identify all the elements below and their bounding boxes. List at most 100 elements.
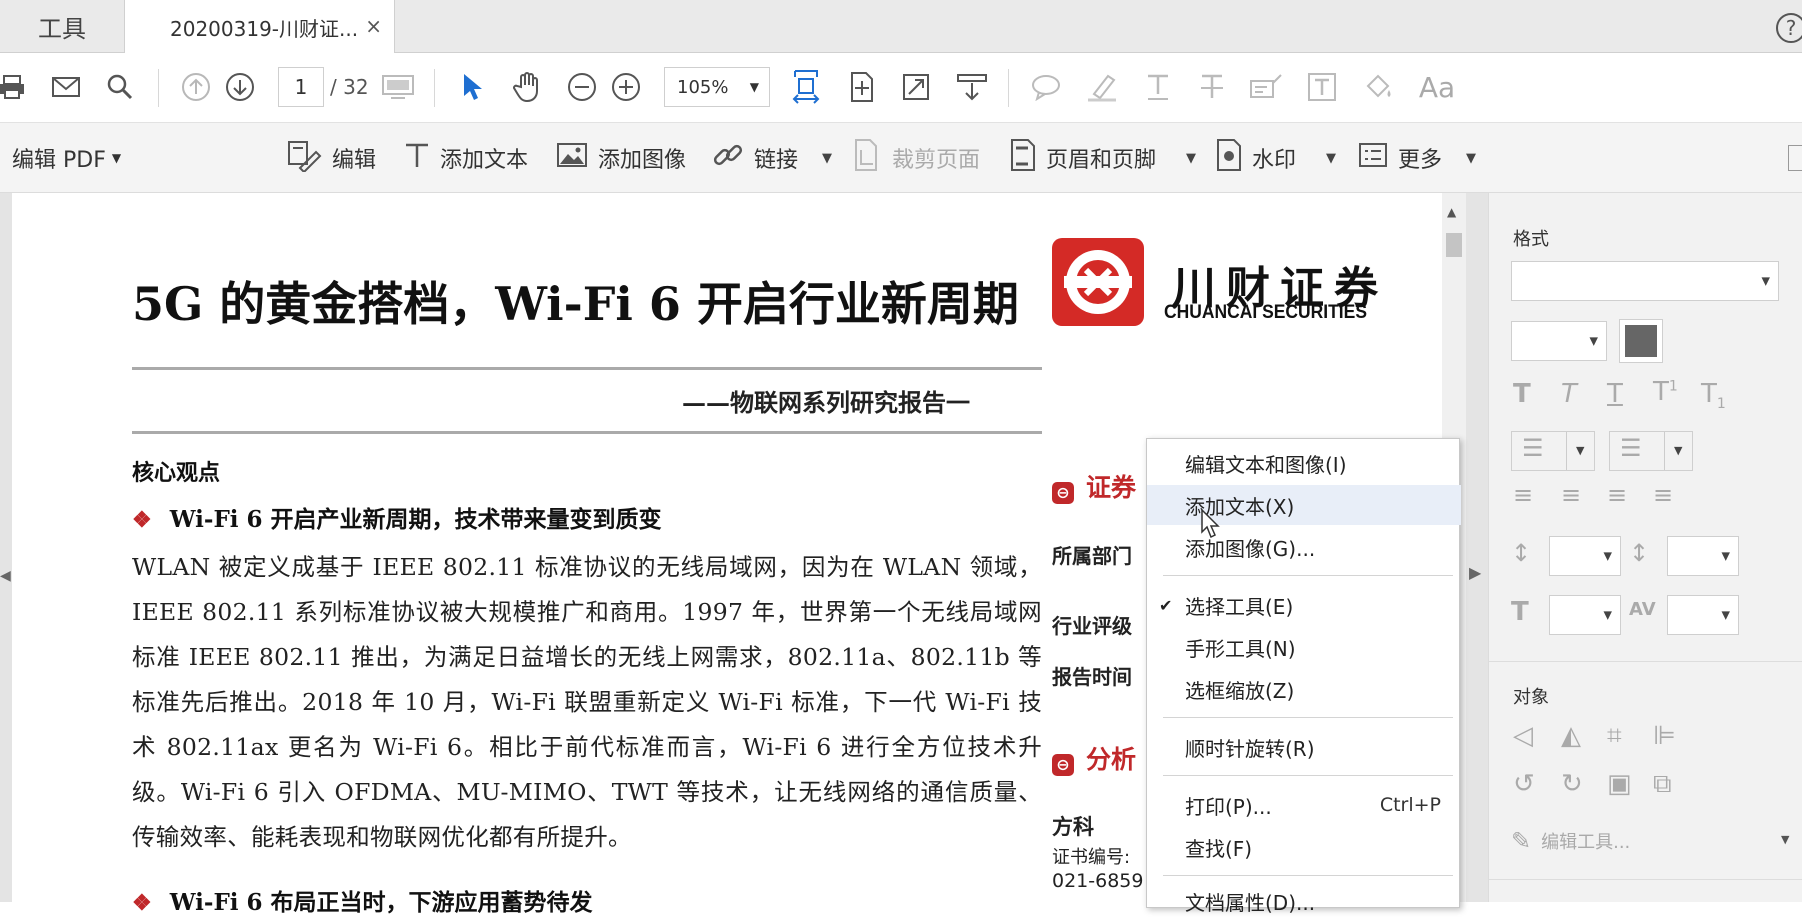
cert-number-label: 证书编号: (1052, 847, 1131, 868)
previous-page-icon[interactable] (176, 67, 216, 107)
menu-item-find[interactable]: 查找(F) (1147, 827, 1461, 867)
chevron-down-icon[interactable]: ▼ (1781, 833, 1789, 846)
text-underline-icon[interactable] (1138, 67, 1178, 107)
menu-item-rotate-clockwise[interactable]: 顺时针旋转(R) (1147, 727, 1461, 767)
fit-page-icon[interactable] (842, 67, 882, 107)
search-icon[interactable] (100, 67, 140, 107)
numbered-list-icon: ☰ (1620, 434, 1642, 462)
zoom-in-icon[interactable] (606, 67, 646, 107)
text-box-icon[interactable] (1302, 67, 1342, 107)
add-image-label: 添加图像 (598, 148, 687, 173)
print-icon[interactable] (0, 67, 32, 107)
menu-item-edit-text-image[interactable]: 编辑文本和图像(I) (1147, 443, 1461, 483)
italic-text-icon[interactable]: T (1561, 379, 1577, 409)
full-screen-icon[interactable] (896, 67, 936, 107)
help-icon[interactable]: ? (1776, 13, 1802, 43)
tab-tools[interactable]: 工具 (0, 0, 125, 53)
menu-item-select-tool[interactable]: ✔ 选择工具(E) (1147, 585, 1461, 625)
menu-item-add-text[interactable]: 添加文本(X) (1147, 485, 1461, 525)
replace-image-icon[interactable]: ▣ (1607, 769, 1632, 799)
collapse-bar-icon[interactable] (1788, 145, 1802, 171)
flip-vertical-icon[interactable]: ◁ (1513, 721, 1533, 751)
font-family-select[interactable]: ▼ (1511, 261, 1779, 301)
watermark-dropdown-icon[interactable]: ▼ (1326, 151, 1336, 166)
line-spacing-select[interactable]: ▼ (1549, 536, 1621, 576)
numbered-list-select[interactable]: ☰ ▼ (1609, 431, 1693, 471)
add-text-button[interactable]: 添加文本 (404, 123, 528, 193)
fit-width-icon[interactable] (786, 67, 826, 107)
align-right-icon[interactable]: ≡ (1607, 481, 1627, 509)
horizontal-scale-icon[interactable]: T (1511, 597, 1529, 627)
diamond-bullet-icon: ❖ (132, 507, 152, 533)
rotate-counterclockwise-icon[interactable]: ↺ (1513, 769, 1535, 799)
presentation-icon[interactable] (378, 67, 418, 107)
paragraph-spacing-select[interactable]: ▼ (1667, 536, 1739, 576)
print-shortcut: Ctrl+P (1379, 794, 1441, 816)
context-menu: 编辑文本和图像(I) 添加文本(X) 添加图像(G)... ✔ 选择工具(E) 手… (1146, 438, 1461, 915)
crop-image-icon[interactable]: ⌗ (1607, 721, 1622, 752)
edit-tools-button[interactable]: ✎ 编辑工具... (1511, 827, 1630, 855)
next-page-icon[interactable] (220, 67, 260, 107)
scroll-up-icon[interactable]: ▲ (1447, 205, 1456, 219)
edit-button[interactable]: 编辑 (286, 123, 376, 193)
left-collapse-arrow-icon[interactable]: ◀ (0, 568, 11, 584)
more-button[interactable]: 更多 (1358, 123, 1442, 193)
close-tab-icon[interactable]: × (365, 14, 382, 38)
underline-text-icon[interactable]: T (1607, 379, 1623, 409)
flip-horizontal-icon[interactable]: ◭ (1561, 721, 1581, 751)
select-tool-icon[interactable] (452, 67, 492, 107)
page-number-input[interactable]: 1 (278, 67, 324, 107)
date-label: 报告时间 (1052, 665, 1132, 689)
menu-item-print[interactable]: 打印(P)... Ctrl+P (1147, 785, 1461, 825)
email-icon[interactable] (46, 67, 86, 107)
link-dropdown-icon[interactable]: ▼ (822, 151, 832, 166)
zoom-select[interactable]: 105% ▼ (664, 67, 770, 107)
arrange-objects-icon[interactable]: ⧉ (1653, 769, 1672, 800)
replace-text-icon[interactable] (1246, 67, 1286, 107)
menu-item-marquee-zoom[interactable]: 选框缩放(Z) (1147, 669, 1461, 709)
line-spacing-icon[interactable]: ↕ (1511, 539, 1531, 567)
menu-item-document-properties[interactable]: 文档属性(D)... (1147, 881, 1461, 921)
edit-tools-label: 编辑工具... (1541, 832, 1631, 853)
strikethrough-icon[interactable] (1192, 67, 1232, 107)
subscript-icon[interactable]: T1 (1701, 379, 1726, 412)
header-footer-dropdown-icon[interactable]: ▼ (1186, 151, 1196, 166)
font-size-icon[interactable]: Aa (1412, 67, 1462, 107)
text-color-swatch[interactable] (1619, 319, 1663, 363)
font-size-select[interactable]: ▼ (1511, 321, 1607, 361)
edit-pdf-menu[interactable]: 编辑 PDF ▼ (12, 123, 121, 193)
watermark-button[interactable]: 水印 (1216, 123, 1296, 193)
comment-icon[interactable] (1026, 67, 1066, 107)
title-rule (132, 367, 1042, 370)
bullet-list-select[interactable]: ☰ ▼ (1511, 431, 1595, 471)
fill-color-icon[interactable] (1358, 67, 1398, 107)
bullet-text-2: Wi-Fi 6 布局正当时，下游应用蓄势待发 (169, 889, 593, 916)
crop-pages-button[interactable]: 裁剪页面 (852, 123, 980, 193)
tab-document[interactable]: 20200319-川财证... × (125, 0, 395, 54)
more-dropdown-icon[interactable]: ▼ (1466, 151, 1476, 166)
highlight-icon[interactable] (1082, 67, 1122, 107)
link-button[interactable]: 链接 (712, 123, 798, 193)
scroll-thumb[interactable] (1446, 233, 1462, 257)
superscript-icon[interactable]: T1 (1653, 377, 1678, 407)
character-spacing-icon[interactable]: AV (1629, 599, 1656, 620)
right-panel-toggle-icon[interactable]: ▶ (1469, 563, 1481, 582)
justify-icon[interactable]: ≡ (1653, 481, 1673, 509)
align-objects-icon[interactable]: ⊫ (1653, 721, 1676, 751)
align-center-icon[interactable]: ≡ (1561, 481, 1581, 509)
menu-item-add-image[interactable]: 添加图像(G)... (1147, 527, 1461, 567)
header-footer-button[interactable]: 页眉和页脚 (1010, 123, 1156, 193)
paragraph-spacing-icon[interactable]: ↕ (1629, 539, 1649, 567)
bold-text-icon[interactable]: T (1513, 379, 1531, 409)
character-spacing-select[interactable]: ▼ (1667, 595, 1739, 635)
horizontal-scale-select[interactable]: ▼ (1549, 595, 1621, 635)
hand-tool-icon[interactable] (508, 67, 548, 107)
read-mode-icon[interactable] (952, 67, 992, 107)
chevron-down-icon: ▼ (1761, 274, 1770, 288)
rotate-clockwise-icon[interactable]: ↻ (1561, 769, 1583, 799)
zoom-out-icon[interactable] (562, 67, 602, 107)
add-image-button[interactable]: 添加图像 (556, 123, 686, 193)
menu-item-hand-tool[interactable]: 手形工具(N) (1147, 627, 1461, 667)
align-left-icon[interactable]: ≡ (1513, 481, 1533, 509)
more-label: 更多 (1398, 148, 1443, 173)
